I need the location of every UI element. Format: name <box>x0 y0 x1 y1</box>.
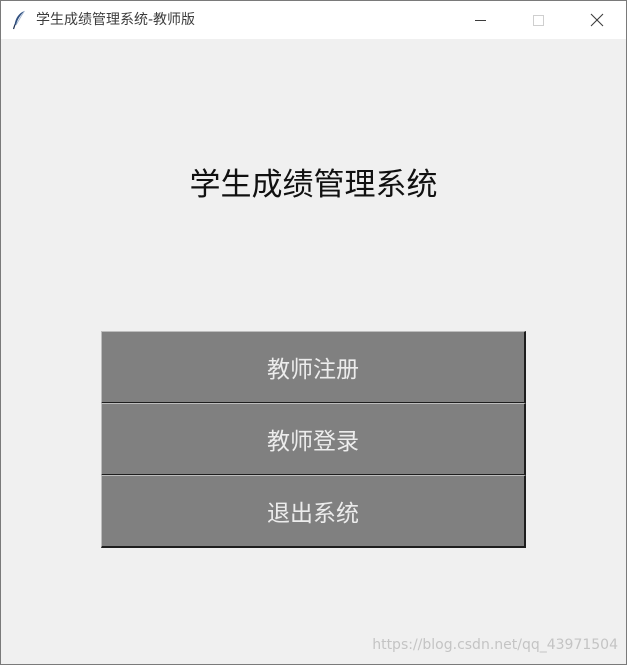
teacher-register-button[interactable]: 教师注册 <box>101 331 526 404</box>
feather-icon <box>12 10 26 30</box>
minimize-button[interactable] <box>451 1 509 39</box>
page-title: 学生成绩管理系统 <box>189 167 438 203</box>
exit-system-label: 退出系统 <box>267 501 359 527</box>
window-title: 学生成绩管理系统-教师版 <box>36 12 196 28</box>
minimize-icon <box>475 20 486 21</box>
teacher-login-label: 教师登录 <box>267 429 359 455</box>
teacher-login-button[interactable]: 教师登录 <box>101 403 526 476</box>
watermark-text: https://blog.csdn.net/qq_43971504 <box>372 637 618 653</box>
close-icon <box>590 13 604 27</box>
teacher-register-label: 教师注册 <box>267 357 359 383</box>
exit-system-button[interactable]: 退出系统 <box>101 475 526 548</box>
maximize-button[interactable] <box>509 1 567 39</box>
maximize-icon <box>533 15 544 26</box>
close-button[interactable] <box>568 1 626 39</box>
title-bar[interactable]: 学生成绩管理系统-教师版 <box>1 1 626 39</box>
app-window: 学生成绩管理系统-教师版 学生成绩管理系统 教师注册 教师登录 退出系统 htt… <box>0 0 627 665</box>
